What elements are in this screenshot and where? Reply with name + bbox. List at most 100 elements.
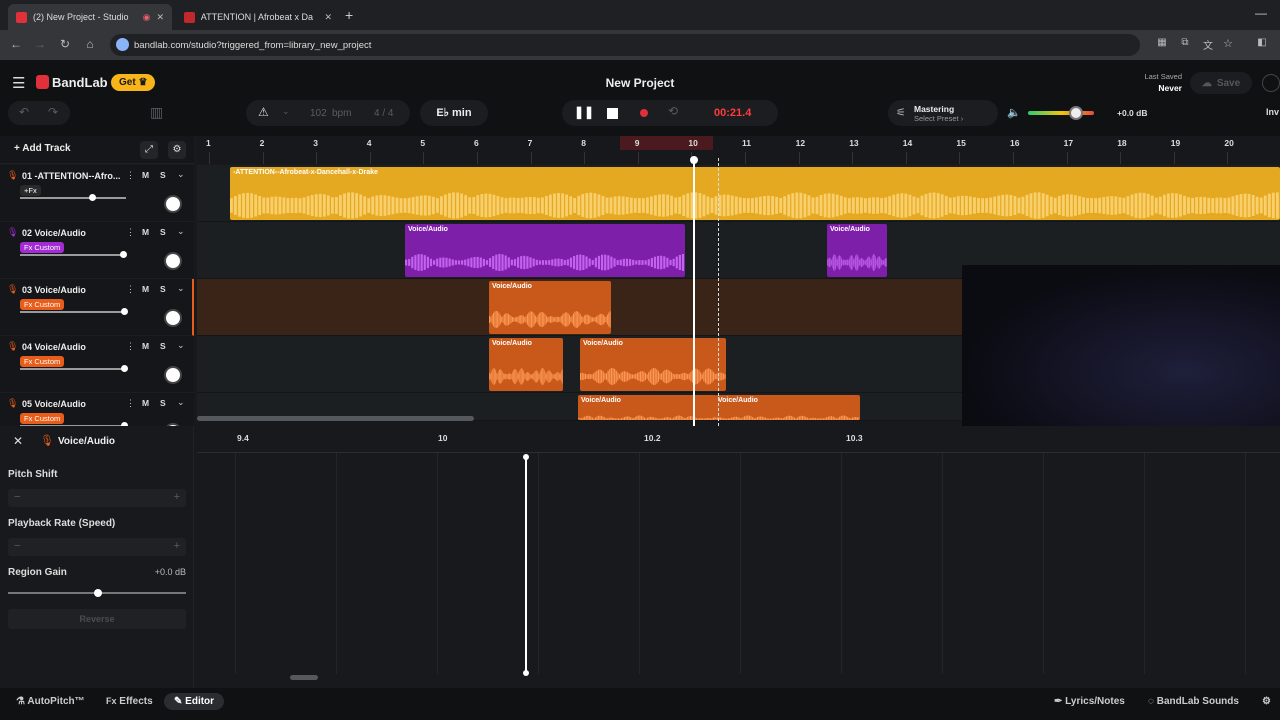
mixer-icon[interactable]: ▥: [150, 104, 163, 121]
region-gain-slider[interactable]: [8, 589, 186, 597]
pause-icon[interactable]: ❚❚: [574, 105, 594, 119]
audio-clip[interactable]: Voice/Audio: [580, 338, 726, 391]
invite-button[interactable]: Inv: [1266, 107, 1279, 117]
chevron-down-icon[interactable]: ⌄: [177, 283, 185, 294]
audio-clip[interactable]: Voice/Audio: [827, 224, 887, 277]
tab-close-icon[interactable]: ✕: [324, 12, 332, 23]
stop-icon[interactable]: [607, 108, 618, 119]
lyrics-notes-button[interactable]: ✒ Lyrics/Notes: [1054, 696, 1125, 707]
track-name[interactable]: 01 -ATTENTION--Afro...: [22, 171, 120, 181]
microphone-icon[interactable]: 🎙: [7, 341, 18, 352]
fx-badge[interactable]: Fx Custom: [20, 299, 65, 310]
pan-knob[interactable]: [164, 252, 182, 270]
settings-icon[interactable]: ⚙: [1262, 696, 1271, 707]
record-icon[interactable]: [640, 109, 648, 117]
track-header[interactable]: 🎙 03 Voice/Audio Fx Custom ⋮ M S ⌄: [0, 279, 194, 336]
side-panel-icon[interactable]: ◧: [1254, 37, 1270, 48]
time-signature[interactable]: 4 / 4: [374, 108, 393, 119]
bandlab-sounds-button[interactable]: ◌ BandLab Sounds: [1148, 696, 1239, 707]
decrement-icon[interactable]: −: [14, 491, 20, 503]
chevron-down-icon[interactable]: ⌄: [177, 397, 185, 408]
track-volume-slider[interactable]: [20, 251, 127, 258]
browser-tab-youtube[interactable]: ATTENTION | Afrobeat x Da ✕: [176, 4, 340, 30]
track-volume-knob[interactable]: [121, 365, 128, 372]
track-volume-slider[interactable]: [20, 365, 128, 372]
project-title[interactable]: New Project: [0, 76, 1280, 90]
url-field[interactable]: bandlab.com/studio?triggered_from=librar…: [110, 34, 1140, 56]
editor-playhead[interactable]: [523, 454, 529, 676]
loop-icon[interactable]: ⟲: [668, 104, 678, 118]
pitch-shift-stepper[interactable]: − +: [8, 489, 186, 507]
master-volume-slider[interactable]: [1028, 106, 1094, 120]
pan-knob[interactable]: [164, 309, 182, 327]
autopitch-button[interactable]: ⚗ AutoPitch™: [16, 696, 85, 707]
site-info-icon[interactable]: [116, 38, 129, 51]
audio-clip[interactable]: Voice/Audio: [578, 395, 716, 420]
mute-button[interactable]: M: [142, 284, 149, 294]
playback-rate-stepper[interactable]: − +: [8, 538, 186, 556]
mastering-button[interactable]: ⚟ Mastering Select Preset ›: [888, 100, 998, 126]
track-header[interactable]: 🎙 01 -ATTENTION--Afro... +Fx ⋮ M S ⌄: [0, 165, 194, 222]
home-icon[interactable]: ⌂: [82, 37, 98, 51]
editor-waveform-area[interactable]: 9.4 10 10.2 10.3: [197, 426, 1280, 688]
mute-button[interactable]: M: [142, 170, 149, 180]
forward-arrow-icon[interactable]: →: [32, 37, 48, 51]
key-selector[interactable]: E♭ min: [420, 100, 488, 126]
track-volume-knob[interactable]: [89, 194, 96, 201]
track-more-icon[interactable]: ⋮: [126, 341, 135, 352]
editor-horizontal-scrollbar[interactable]: [290, 675, 318, 680]
metronome-dropdown-icon[interactable]: ⌄: [282, 106, 290, 117]
microphone-icon[interactable]: 🎙: [7, 284, 18, 295]
effects-button[interactable]: Fx Effects: [106, 696, 153, 707]
track-more-icon[interactable]: ⋮: [126, 170, 135, 181]
track-volume-knob[interactable]: [121, 308, 128, 315]
audio-clip[interactable]: Voice/Audio: [489, 338, 563, 391]
decrement-icon[interactable]: −: [14, 540, 20, 552]
audio-clip[interactable]: Voice/Audio: [715, 395, 860, 420]
track-header[interactable]: 🎙 02 Voice/Audio Fx Custom ⋮ M S ⌄: [0, 222, 194, 279]
audio-clip[interactable]: Voice/Audio: [489, 281, 611, 334]
track-name[interactable]: 03 Voice/Audio: [22, 285, 86, 295]
chevron-down-icon[interactable]: ⌄: [177, 226, 185, 237]
audio-clip[interactable]: -ATTENTION--Afrobeat-x-Dancehall-x-Drake: [230, 167, 1280, 220]
timeline-horizontal-scrollbar[interactable]: [197, 416, 474, 421]
increment-icon[interactable]: +: [174, 540, 180, 552]
pan-knob[interactable]: [164, 195, 182, 213]
add-track-button[interactable]: + Add Track: [14, 143, 71, 154]
track-name[interactable]: 05 Voice/Audio: [22, 399, 86, 409]
reload-icon[interactable]: ↻: [57, 37, 73, 51]
mute-button[interactable]: M: [142, 227, 149, 237]
microphone-icon[interactable]: 🎙: [7, 398, 18, 409]
close-editor-icon[interactable]: ✕: [13, 434, 23, 448]
playhead-handle[interactable]: [690, 156, 698, 164]
speaker-icon[interactable]: 🔈: [1007, 106, 1021, 119]
metronome-icon[interactable]: ⚠: [258, 105, 269, 119]
bpm-value[interactable]: 102: [310, 108, 327, 119]
track-lane[interactable]: -ATTENTION--Afrobeat-x-Dancehall-x-Drake: [197, 165, 1280, 222]
solo-button[interactable]: S: [160, 227, 166, 237]
increment-icon[interactable]: +: [174, 491, 180, 503]
profile-icon[interactable]: [1262, 74, 1280, 92]
mute-button[interactable]: M: [142, 398, 149, 408]
cast-icon[interactable]: ⧉: [1177, 37, 1193, 48]
translate-icon[interactable]: 文: [1200, 37, 1216, 52]
track-more-icon[interactable]: ⋮: [126, 398, 135, 409]
redo-icon[interactable]: ↷: [48, 105, 58, 119]
editor-button[interactable]: ✎ Editor: [164, 693, 225, 710]
master-volume-knob[interactable]: [1069, 106, 1083, 120]
minimize-window-icon[interactable]: —: [1255, 6, 1267, 20]
track-more-icon[interactable]: ⋮: [126, 284, 135, 295]
solo-button[interactable]: S: [160, 341, 166, 351]
reverse-button[interactable]: Reverse: [8, 609, 186, 629]
microphone-icon[interactable]: 🎙: [7, 170, 18, 181]
track-name[interactable]: 02 Voice/Audio: [22, 228, 86, 238]
new-tab-icon[interactable]: +: [345, 7, 353, 23]
solo-button[interactable]: S: [160, 170, 166, 180]
pan-knob[interactable]: [164, 366, 182, 384]
automation-icon[interactable]: ⤢: [140, 141, 158, 159]
bookmark-star-icon[interactable]: ☆: [1220, 37, 1236, 50]
timeline-ruler[interactable]: 1 2 3 4 5 6 7 8 9 10 11 12 13 14 15 16 17 18 19 20: [197, 136, 1280, 164]
solo-button[interactable]: S: [160, 284, 166, 294]
mute-button[interactable]: M: [142, 341, 149, 351]
region-gain-knob[interactable]: [94, 589, 102, 597]
